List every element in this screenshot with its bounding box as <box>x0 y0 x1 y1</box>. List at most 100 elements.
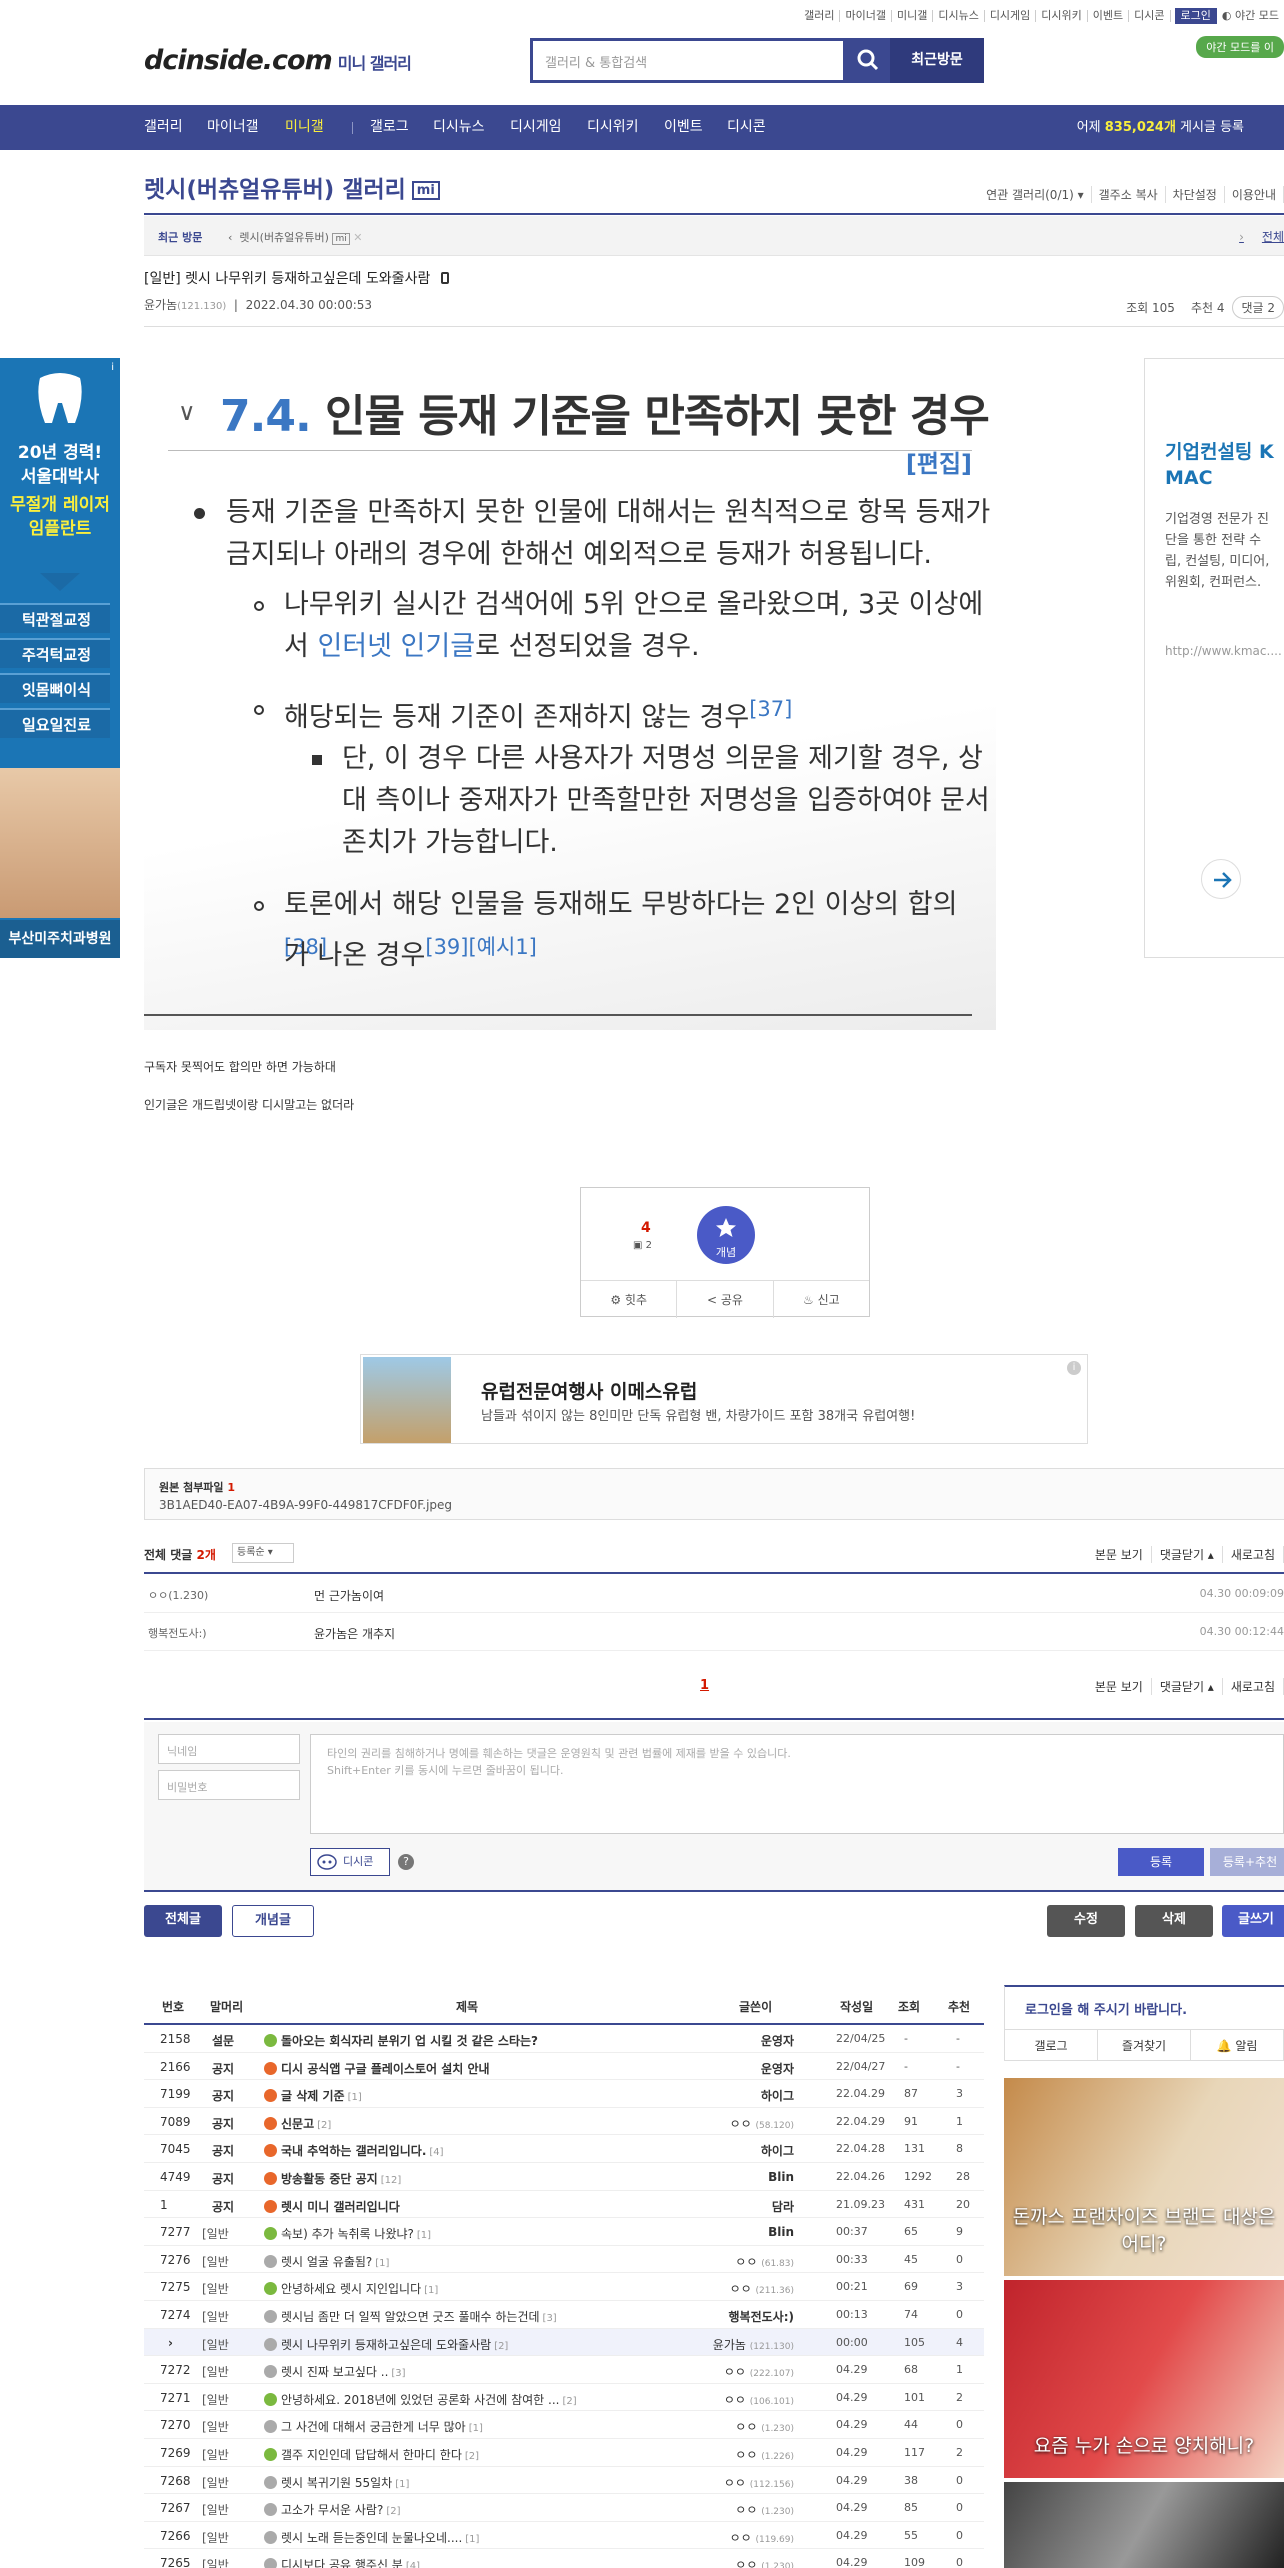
row-comment-count[interactable]: [4] <box>429 2147 443 2158</box>
close-comments-button[interactable]: 댓글닫기 ▴ <box>1152 1678 1223 1695</box>
row-title-cell[interactable]: 고소가 무서운 사람? [2] <box>264 2501 401 2518</box>
view-body-button[interactable]: 본문 보기 <box>1087 1546 1152 1563</box>
report-button[interactable]: ♨ 신고 <box>774 1281 869 1318</box>
side-favorites-button[interactable]: 즐겨찾기 <box>1098 2030 1191 2061</box>
row-comment-count[interactable]: [2] <box>386 2506 400 2517</box>
recommend-button[interactable]: 개념 <box>697 1206 755 1264</box>
comment-page-1[interactable]: 1 <box>700 1678 709 1693</box>
util-link-dccon[interactable]: 디시콘 <box>1129 10 1171 22</box>
row-comment-count[interactable]: [1] <box>375 2258 389 2269</box>
row-title-cell[interactable]: 신문고 [2] <box>264 2115 331 2132</box>
usage-guide-button[interactable]: 이용안내 <box>1225 186 1284 203</box>
row-writer-cell[interactable]: 윤가놈 (121.130) <box>713 2336 794 2353</box>
nav-gallery[interactable]: 갤러리 <box>144 105 183 150</box>
nav-mini[interactable]: 미니갤 <box>285 105 324 150</box>
post-author[interactable]: 윤가놈 <box>144 298 177 312</box>
comment-submit-recommend-button[interactable]: 등록+추천 <box>1210 1848 1284 1876</box>
row-comment-count[interactable]: [1] <box>469 2423 483 2434</box>
row-comment-count[interactable]: [3] <box>543 2313 557 2324</box>
search-input[interactable]: 갤러리 & 통합검색 <box>530 38 846 83</box>
row-title-cell[interactable]: 렛시 얼굴 유출됨? [1] <box>264 2253 389 2270</box>
nav-minor[interactable]: 마이너갤 <box>207 105 259 150</box>
close-icon[interactable]: ✕ <box>353 231 362 244</box>
row-title-cell[interactable]: 디시보다 공유 행주신 분 [4] <box>264 2556 420 2568</box>
row-title-cell[interactable]: 렛시 노래 듣는중인데 눈물나오네.... [1] <box>264 2529 479 2546</box>
row-writer-cell[interactable]: Blin <box>768 2170 794 2184</box>
share-button[interactable]: < 공유 <box>677 1281 774 1318</box>
night-mode-badge[interactable]: 야간 모드를 이 <box>1196 36 1284 58</box>
row-writer-cell[interactable]: Blin <box>768 2225 794 2239</box>
table-row[interactable]: 7269 [일반 갤주 지인인데 답답해서 한마디 한다 [2] ㅇㅇ (1.226) 0… <box>144 2439 984 2467</box>
row-writer-cell[interactable]: 담라 <box>772 2198 794 2215</box>
table-row[interactable]: 7045 공지 국내 추억하는 갤러리입니다. [4] 하이그 22.04.28 131 8 <box>144 2135 984 2163</box>
row-title-cell[interactable]: 그 사건에 대해서 궁금한게 너무 많아 [1] <box>264 2418 483 2435</box>
copy-address-button[interactable]: 갤주소 복사 <box>1092 186 1166 203</box>
table-row[interactable]: 7277 [일반 속보) 추가 녹취록 나왔냐? [1] Blin 00:37 65 9 <box>144 2218 984 2246</box>
row-title-cell[interactable]: 렛시님 좀만 더 일찍 알았으면 굿즈 풀매수 하는건데 [3] <box>264 2308 557 2325</box>
row-title-cell[interactable]: 갤주 지인인데 답답해서 한마디 한다 [2] <box>264 2446 479 2463</box>
comment-nick[interactable]: 행복전도사:) <box>148 1625 207 1641</box>
util-link-news[interactable]: 디시뉴스 <box>933 10 985 22</box>
edit-button[interactable]: 수정 <box>1047 1905 1125 1937</box>
row-writer-cell[interactable]: ㅇㅇ (1.230) <box>735 2556 794 2568</box>
banner-ad[interactable]: 유럽전문여행사 이메스유럽 남들과 섞이지 않는 8인미만 단독 유럽형 밴, … <box>360 1354 1088 1444</box>
nav-gallog[interactable]: 갤로그 <box>370 105 409 150</box>
row-writer-cell[interactable]: 운영자 <box>761 2032 794 2049</box>
ad-info-icon[interactable]: i <box>1067 1361 1081 1375</box>
all-posts-button[interactable]: 전체글 <box>144 1905 222 1937</box>
comment-submit-button[interactable]: 등록 <box>1118 1848 1204 1876</box>
row-title-cell[interactable]: 속보) 추가 녹취록 나왔냐? [1] <box>264 2225 431 2242</box>
delete-button[interactable]: 삭제 <box>1135 1905 1213 1937</box>
row-comment-count[interactable]: [4] <box>406 2561 420 2568</box>
help-icon[interactable]: ? <box>398 1854 414 1870</box>
util-link-wiki[interactable]: 디시위키 <box>1036 10 1088 22</box>
table-row[interactable]: 7270 [일반 그 사건에 대해서 궁금한게 너무 많아 [1] ㅇㅇ (1.230)… <box>144 2411 984 2439</box>
left-ad-banner[interactable]: i 20년 경력! 서울대박사 무절개 레이저 임플란트 턱관절교정 주걱턱교정… <box>0 358 120 958</box>
post-comments-button[interactable]: 댓글 2 <box>1232 296 1284 319</box>
nav-news[interactable]: 디시뉴스 <box>433 105 485 150</box>
nickname-input[interactable]: 닉네임 <box>158 1734 300 1764</box>
close-comments-button[interactable]: 댓글닫기 ▴ <box>1152 1546 1223 1563</box>
gallery-title[interactable]: 렛시(버츄얼유튜버) 갤러리 mi <box>144 170 440 204</box>
row-writer-cell[interactable]: ㅇㅇ (211.36) <box>730 2280 794 2297</box>
table-row[interactable]: 7272 [일반 렛시 진짜 보고싶다 .. [3] ㅇㅇ (222.107) 04.29… <box>144 2356 984 2384</box>
row-writer-cell[interactable]: ㅇㅇ (1.230) <box>735 2418 794 2435</box>
row-comment-count[interactable]: [1] <box>465 2534 479 2545</box>
row-title-cell[interactable]: 렛시 나무위키 등재하고싶은데 도와줄사람 [2] <box>264 2336 508 2353</box>
util-link-game[interactable]: 디시게임 <box>985 10 1037 22</box>
right-ad-banner[interactable]: 기업컨설팅 K MAC 기업경영 전문가 진 단을 통한 전략 수 립, 컨설팅,… <box>1144 358 1284 958</box>
comment-nick[interactable]: ㅇㅇ(1.230) <box>148 1587 208 1603</box>
util-link-mini[interactable]: 미니갤 <box>892 10 934 22</box>
row-comment-count[interactable]: [2] <box>562 2396 576 2407</box>
row-writer-cell[interactable]: ㅇㅇ (58.120) <box>730 2115 794 2132</box>
util-link-minor[interactable]: 마이너갤 <box>840 10 892 22</box>
row-writer-cell[interactable]: 하이그 <box>761 2142 794 2159</box>
row-writer-cell[interactable]: ㅇㅇ (119.69) <box>730 2529 794 2546</box>
table-row[interactable]: 7265 [일반 디시보다 공유 행주신 분 [4] ㅇㅇ (1.230) 04.29 10… <box>144 2549 984 2568</box>
side-gallog-button[interactable]: 갤로그 <box>1005 2030 1098 2061</box>
comment-sort-select[interactable]: 등록순 ▾ <box>232 1543 294 1563</box>
row-title-cell[interactable]: 돌아오는 회식자리 분위기 업 시킬 것 같은 스타는? <box>264 2032 541 2049</box>
related-gallery-dropdown[interactable]: 연관 갤러리(0/1) ▾ <box>979 186 1092 203</box>
nav-wiki[interactable]: 디시위키 <box>587 105 639 150</box>
table-row[interactable]: 7199 공지 글 삭제 기준 [1] 하이그 22.04.29 87 3 <box>144 2080 984 2108</box>
recent-visit-all[interactable]: › 전체 <box>1239 228 1284 245</box>
table-row[interactable]: 7089 공지 신문고 [2] ㅇㅇ (58.120) 22.04.29 91 1 <box>144 2108 984 2136</box>
refresh-comments-button[interactable]: 새로고침 <box>1223 1546 1284 1563</box>
row-title-cell[interactable]: 글 삭제 기준 [1] <box>264 2087 362 2104</box>
row-comment-count[interactable]: [12] <box>381 2175 402 2186</box>
arrow-right-button[interactable] <box>1201 859 1241 899</box>
row-writer-cell[interactable]: ㅇㅇ (222.107) <box>724 2363 794 2380</box>
row-comment-count[interactable]: [2] <box>465 2451 479 2462</box>
table-row[interactable]: 2158 설문 돌아오는 회식자리 분위기 업 시킬 것 같은 스타는? 운영자 22… <box>144 2025 984 2053</box>
row-comment-count[interactable]: [2] <box>317 2120 331 2131</box>
nav-game[interactable]: 디시게임 <box>510 105 562 150</box>
concept-posts-button[interactable]: 개념글 <box>232 1905 314 1937</box>
site-logo[interactable]: dcinside.com 미니 갤러리 <box>144 45 412 76</box>
write-button[interactable]: 글쓰기 <box>1222 1905 1284 1937</box>
recent-visit-item[interactable]: ‹ 렛시(버츄얼유튜버) mi ✕ <box>228 229 362 245</box>
row-title-cell[interactable]: 안녕하세요. 2018년에 있었던 공론화 사건에 참여한 ... [2] <box>264 2391 577 2408</box>
side-ad-1[interactable]: 돈까스 프랜차이즈 브랜드 대상은 어디? <box>1004 2078 1284 2276</box>
row-comment-count[interactable]: [1] <box>348 2092 362 2103</box>
row-writer-cell[interactable]: ㅇㅇ (112.156) <box>724 2474 794 2491</box>
